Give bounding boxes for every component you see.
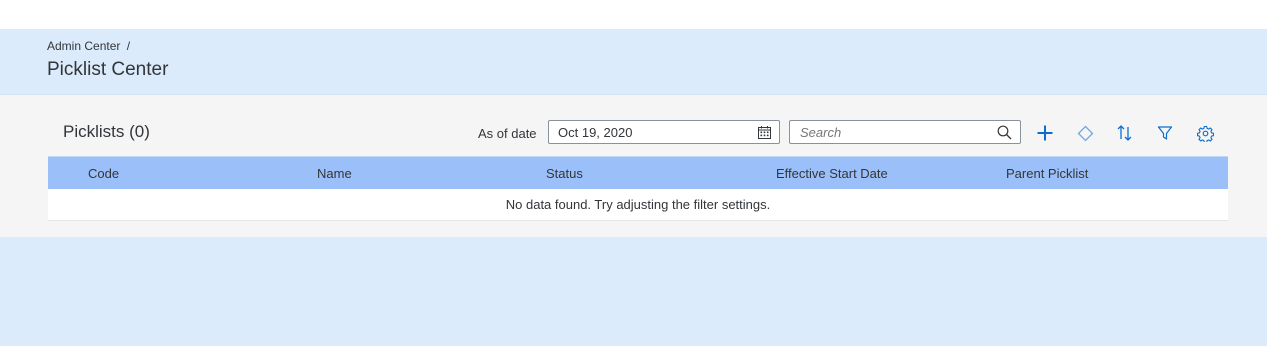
filter-button[interactable]	[1153, 121, 1177, 145]
sort-icon	[1116, 124, 1134, 142]
as-of-date-label: As of date	[478, 126, 537, 141]
add-icon	[1036, 124, 1054, 142]
diamond-icon	[1077, 125, 1094, 142]
column-header-effective-start-date[interactable]: Effective Start Date	[776, 166, 888, 181]
page-title: Picklist Center	[47, 59, 169, 80]
search-icon[interactable]	[997, 125, 1012, 140]
breadcrumb-link-admin-center[interactable]: Admin Center	[47, 39, 120, 53]
page-header: Admin Center / Picklist Center	[0, 29, 1267, 95]
no-data-message: No data found. Try adjusting the filter …	[505, 197, 771, 212]
table-header-row: Code Name Status Effective Start Date Pa…	[48, 156, 1228, 189]
column-header-status[interactable]: Status	[546, 166, 583, 181]
column-header-parent-picklist[interactable]: Parent Picklist	[1006, 166, 1088, 181]
diamond-button[interactable]	[1073, 121, 1097, 145]
bottom-area	[0, 237, 1267, 346]
table-title: Picklists (0)	[63, 122, 150, 141]
add-button[interactable]	[1033, 121, 1057, 145]
main-content: Picklists (0) As of date Oct 19, 2020 Se…	[0, 95, 1267, 237]
column-header-name[interactable]: Name	[317, 166, 352, 181]
page: Admin Center / Picklist Center Picklists…	[0, 0, 1267, 346]
filter-icon	[1157, 125, 1173, 141]
sort-button[interactable]	[1113, 121, 1137, 145]
breadcrumb: Admin Center /	[47, 39, 130, 53]
top-strip	[0, 0, 1267, 29]
table-body: No data found. Try adjusting the filter …	[48, 189, 1228, 221]
settings-button[interactable]	[1193, 121, 1217, 145]
calendar-icon[interactable]	[758, 126, 771, 139]
search-input[interactable]: Search	[789, 120, 1021, 144]
search-placeholder: Search	[800, 125, 842, 140]
as-of-date-value: Oct 19, 2020	[558, 125, 633, 140]
settings-icon	[1196, 125, 1214, 142]
as-of-date-field[interactable]: Oct 19, 2020	[548, 120, 780, 144]
column-header-code[interactable]: Code	[88, 166, 119, 181]
breadcrumb-separator: /	[126, 39, 131, 53]
